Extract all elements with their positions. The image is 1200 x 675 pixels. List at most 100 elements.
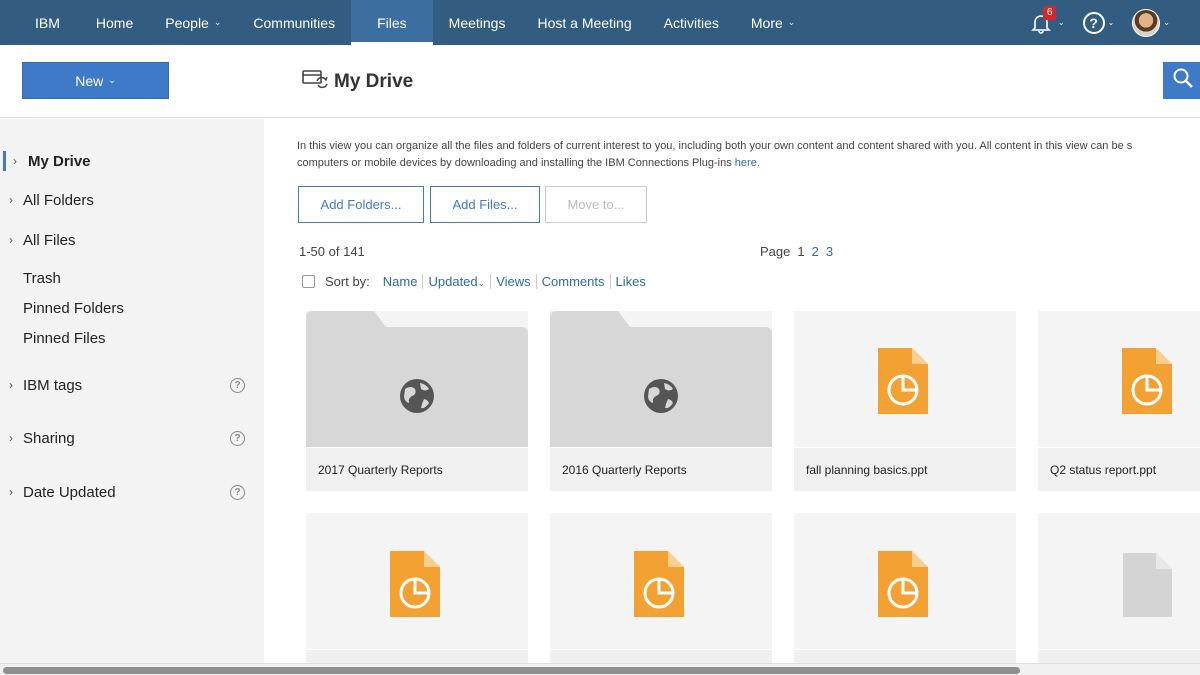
- file-card[interactable]: [1038, 513, 1200, 675]
- new-button[interactable]: New ⌄: [22, 62, 169, 99]
- presentation-file-icon: [878, 551, 928, 617]
- intro-line-2: computers or mobile devices by downloadi…: [297, 155, 1200, 172]
- chevron-right-icon: ›: [9, 193, 13, 207]
- nav-people[interactable]: People ⌄: [149, 0, 237, 45]
- presentation-file-icon: [1122, 348, 1172, 414]
- intro-text: In this view you can organize all the fi…: [297, 138, 1200, 172]
- file-card[interactable]: [794, 513, 1016, 675]
- sidebar-item-trash[interactable]: Trash: [0, 266, 264, 290]
- nav-ibm[interactable]: IBM: [0, 0, 80, 45]
- sort-label: Sort by:: [325, 273, 370, 289]
- chevron-down-icon: ⌄: [477, 277, 486, 288]
- move-to-button[interactable]: Move to...: [545, 186, 647, 223]
- profile-menu[interactable]: ⌄: [1132, 8, 1170, 37]
- presentation-file-icon: [634, 551, 684, 617]
- file-card[interactable]: fall planning basics.ppt: [794, 311, 1016, 491]
- sidebar-item-sharing[interactable]: › Sharing ?: [0, 426, 264, 450]
- sidebar-item-date-updated[interactable]: › Date Updated ?: [0, 480, 264, 504]
- intro-line-2-text: computers or mobile devices by downloadi…: [297, 157, 735, 169]
- new-button-label: New: [75, 72, 104, 89]
- notification-badge: 6: [1042, 5, 1057, 20]
- nav-communities-label: Communities: [253, 14, 336, 31]
- help-icon[interactable]: ?: [230, 430, 245, 446]
- nav-more[interactable]: More ⌄: [735, 0, 811, 45]
- sidebar-item-label: Sharing: [23, 429, 75, 447]
- page-label: Page: [760, 244, 791, 259]
- nav-meetings[interactable]: Meetings: [433, 0, 522, 45]
- nav-host-meeting[interactable]: Host a Meeting: [521, 0, 647, 45]
- chevron-right-icon: ›: [13, 154, 17, 168]
- nav-files[interactable]: Files: [351, 0, 433, 45]
- plugins-link[interactable]: here.: [735, 157, 760, 169]
- chevron-down-icon: ⌄: [1057, 18, 1065, 27]
- generic-file-icon: [1123, 553, 1172, 617]
- add-folders-button[interactable]: Add Folders...: [298, 186, 424, 223]
- horizontal-scrollbar[interactable]: [0, 663, 1200, 675]
- select-all-checkbox[interactable]: [302, 274, 315, 288]
- chevron-right-icon: ›: [9, 233, 13, 247]
- sidebar-item-all-folders[interactable]: › All Folders: [0, 188, 264, 212]
- help-button[interactable]: ? ⌄: [1082, 11, 1115, 34]
- sidebar-item-pinned-folders[interactable]: Pinned Folders: [0, 296, 264, 320]
- card-name: fall planning basics.ppt: [794, 447, 1016, 491]
- file-card[interactable]: [550, 513, 772, 675]
- sidebar-item-label: Date Updated: [23, 483, 116, 501]
- sidebar-item-all-files[interactable]: › All Files: [0, 228, 264, 252]
- intro-line-1: In this view you can organize all the fi…: [297, 140, 1133, 152]
- nav-ibm-label: IBM: [35, 14, 60, 31]
- page-title: My Drive: [334, 70, 414, 92]
- page-link-2[interactable]: 2: [812, 244, 819, 259]
- sidebar: › My Drive › All Folders › All Files Tra…: [0, 119, 264, 663]
- bell-icon: 6: [1029, 5, 1057, 36]
- sort-likes[interactable]: Likes: [611, 274, 651, 289]
- notifications-button[interactable]: 6 ⌄: [1029, 5, 1065, 36]
- help-icon[interactable]: ?: [230, 377, 245, 393]
- sort-views[interactable]: Views: [491, 273, 537, 289]
- nav-communities[interactable]: Communities: [237, 0, 351, 45]
- help-icon[interactable]: ?: [230, 484, 245, 500]
- sort-comments[interactable]: Comments: [537, 273, 611, 289]
- chevron-down-icon: ⌄: [108, 75, 116, 85]
- help-icon: ?: [1082, 11, 1105, 34]
- sidebar-item-my-drive[interactable]: › My Drive: [0, 149, 264, 173]
- folder-card[interactable]: 2017 Quarterly Reports: [306, 311, 528, 491]
- chevron-down-icon: ⌄: [787, 17, 796, 27]
- page-link-3[interactable]: 3: [826, 244, 833, 259]
- nav-home-label: Home: [95, 14, 134, 31]
- chevron-down-icon: ⌄: [1163, 18, 1170, 27]
- nav-more-label: More: [750, 14, 783, 31]
- page-header: New ⌄ My Drive: [0, 45, 1200, 118]
- sidebar-item-pinned-files[interactable]: Pinned Files: [0, 326, 264, 350]
- sidebar-item-ibm-tags[interactable]: › IBM tags ?: [0, 373, 264, 397]
- file-card[interactable]: Q2 status report.ppt: [1038, 311, 1200, 491]
- scrollbar-thumb[interactable]: [3, 667, 1020, 674]
- page-current: 1: [797, 244, 805, 259]
- chevron-down-icon: ⌄: [1107, 18, 1115, 27]
- chevron-right-icon: ›: [9, 378, 13, 392]
- sort-updated[interactable]: Updated⌄: [423, 273, 492, 289]
- sidebar-item-label: My Drive: [28, 152, 91, 170]
- drive-sync-icon: [302, 67, 330, 96]
- page-title-area: My Drive: [302, 67, 413, 96]
- sort-name[interactable]: Name: [378, 273, 424, 289]
- search-button[interactable]: [1163, 62, 1200, 99]
- chevron-down-icon: ⌄: [213, 17, 222, 27]
- add-files-button[interactable]: Add Files...: [430, 186, 540, 223]
- sidebar-item-label: All Files: [23, 231, 76, 249]
- nav-files-label: Files: [377, 14, 407, 31]
- file-card[interactable]: [306, 513, 528, 675]
- chevron-right-icon: ›: [9, 485, 13, 499]
- nav-home[interactable]: Home: [80, 0, 149, 45]
- sidebar-item-label: Pinned Files: [23, 329, 106, 347]
- top-nav: IBM Home People ⌄ Communities Files Meeti…: [0, 0, 1200, 45]
- folder-icon: [306, 311, 528, 447]
- folder-card[interactable]: 2016 Quarterly Reports: [550, 311, 772, 491]
- sidebar-item-label: Pinned Folders: [23, 299, 124, 317]
- card-name: Q2 status report.ppt: [1038, 447, 1200, 491]
- results-count: 1-50 of 141: [299, 244, 365, 259]
- sidebar-item-label: IBM tags: [23, 376, 83, 394]
- avatar: [1132, 8, 1161, 37]
- nav-right-tools: 6 ⌄ ? ⌄ ⌄: [1029, 0, 1170, 45]
- nav-activities[interactable]: Activities: [648, 0, 735, 45]
- sort-updated-label: Updated: [428, 273, 478, 289]
